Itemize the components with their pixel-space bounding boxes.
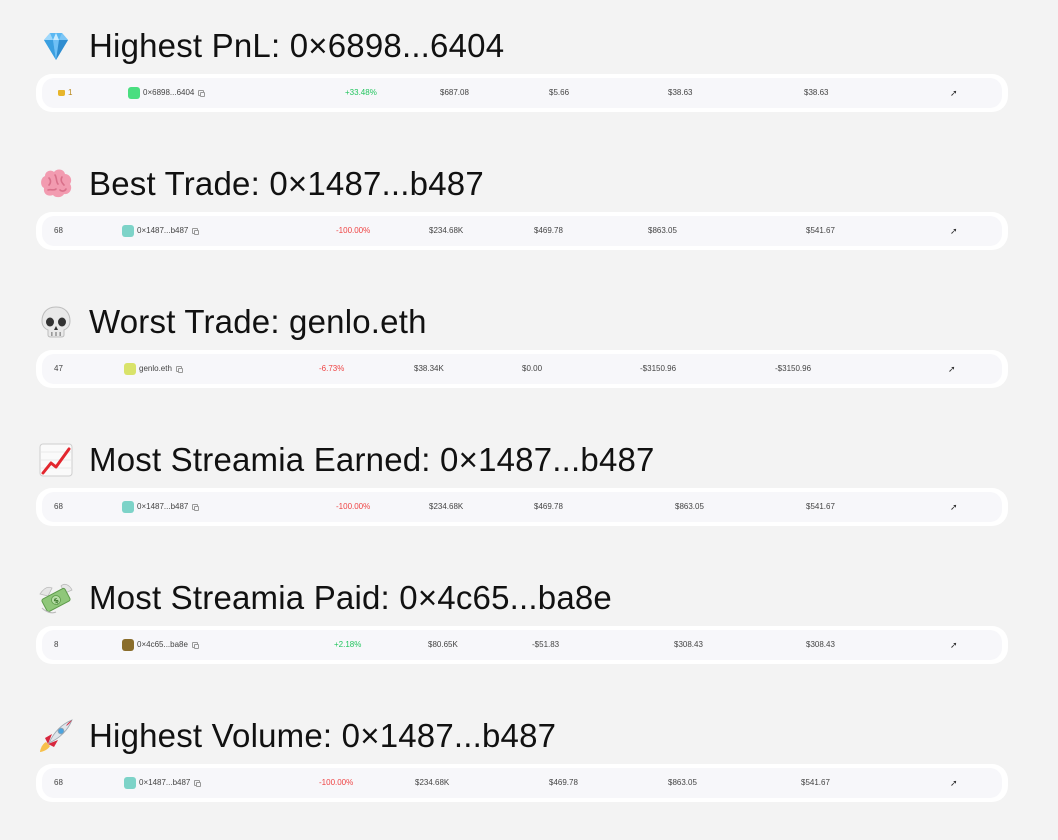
- stat-cell-6: $541.67: [806, 226, 835, 235]
- volume-cell: $80.65K: [428, 640, 458, 649]
- avatar: [122, 639, 134, 651]
- stat-cell-6: $38.63: [804, 88, 829, 97]
- pnl-percent-cell: +2.18%: [334, 640, 362, 649]
- share-icon[interactable]: ➚: [950, 768, 958, 798]
- skull-icon: [36, 302, 76, 342]
- trader-cell[interactable]: genlo.eth: [124, 354, 183, 384]
- section-title-text: Most Streamia Paid: 0×4c65...ba8e: [89, 579, 612, 616]
- section-title: Worst Trade: genlo.eth: [36, 302, 1008, 342]
- highlight-section-most-streamia-earned: Most Streamia Earned: 0×1487...b487 68 0…: [36, 440, 1008, 526]
- stat-cell-4: $0.00: [522, 364, 543, 373]
- rank-cell: 68: [54, 502, 63, 511]
- rank-cell: 1: [58, 78, 72, 108]
- stat-cell-5: $308.43: [674, 640, 703, 649]
- rank-cell: 8: [54, 640, 59, 649]
- avatar: [128, 87, 140, 99]
- stat-cell-6: $541.67: [801, 778, 830, 787]
- section-title: Highest Volume: 0×1487...b487: [36, 716, 1008, 756]
- trader-cell[interactable]: 0×4c65...ba8e: [122, 630, 199, 660]
- leaderboard-highlights: Highest PnL: 0×6898...6404 1 0×6898...64…: [0, 0, 1058, 840]
- volume-cell: $687.08: [440, 88, 469, 97]
- table-row[interactable]: 68 0×1487...b487 -100.00% $234.68K $469.…: [36, 212, 1008, 250]
- gem-icon: [36, 26, 76, 66]
- stat-cell-4: $469.78: [534, 226, 563, 235]
- avatar: [122, 225, 134, 237]
- avatar: [124, 363, 136, 375]
- rank-cell: 68: [54, 778, 63, 787]
- highlight-section-best-trade: Best Trade: 0×1487...b487 68 0×1487...b4…: [36, 164, 1008, 250]
- trader-cell[interactable]: 0×1487...b487: [124, 768, 202, 798]
- table-row[interactable]: 68 0×1487...b487 -100.00% $234.68K $469.…: [36, 488, 1008, 526]
- pnl-percent-cell: +33.48%: [345, 88, 377, 97]
- stat-cell-6: $541.67: [806, 502, 835, 511]
- section-title: Highest PnL: 0×6898...6404: [36, 26, 1008, 66]
- copy-icon[interactable]: [192, 228, 200, 235]
- trader-cell[interactable]: 0×1487...b487: [122, 492, 200, 522]
- section-title: Best Trade: 0×1487...b487: [36, 164, 1008, 204]
- highlight-section-highest-pnl: Highest PnL: 0×6898...6404 1 0×6898...64…: [36, 26, 1008, 112]
- pnl-percent-cell: -6.73%: [319, 364, 345, 373]
- trader-cell[interactable]: 0×1487...b487: [122, 216, 200, 246]
- copy-icon[interactable]: [194, 780, 202, 787]
- avatar: [122, 501, 134, 513]
- share-icon[interactable]: ➚: [950, 492, 958, 522]
- section-title-text: Highest PnL: 0×6898...6404: [89, 27, 505, 64]
- trader-cell[interactable]: 0×6898...6404: [128, 78, 206, 108]
- copy-icon[interactable]: [192, 504, 200, 511]
- pnl-percent-cell: -100.00%: [336, 226, 371, 235]
- copy-icon[interactable]: [198, 90, 206, 97]
- avatar: [124, 777, 136, 789]
- stat-cell-4: $469.78: [534, 502, 563, 511]
- rank-cell: 68: [54, 226, 63, 235]
- pnl-percent-cell: -100.00%: [336, 502, 371, 511]
- copy-icon[interactable]: [175, 366, 183, 373]
- section-title: $ Most Streamia Paid: 0×4c65...ba8e: [36, 578, 1008, 618]
- stat-cell-4: $5.66: [549, 88, 570, 97]
- crown-icon: [58, 90, 65, 96]
- stat-cell-4: -$51.83: [532, 640, 560, 649]
- section-title-text: Best Trade: 0×1487...b487: [89, 165, 484, 202]
- highlight-section-most-streamia-paid: $ Most Streamia Paid: 0×4c65...ba8e 8 0×…: [36, 578, 1008, 664]
- stat-cell-5: $38.63: [668, 88, 693, 97]
- rocket-icon: [36, 716, 76, 756]
- highlight-section-worst-trade: Worst Trade: genlo.eth 47 genlo.eth -6.7…: [36, 302, 1008, 388]
- stat-cell-6: -$3150.96: [775, 364, 812, 373]
- volume-cell: $38.34K: [414, 364, 444, 373]
- stat-cell-5: $863.05: [668, 778, 697, 787]
- stat-cell-4: $469.78: [549, 778, 578, 787]
- share-icon[interactable]: ➚: [950, 216, 958, 246]
- section-title-text: Worst Trade: genlo.eth: [89, 303, 427, 340]
- table-row[interactable]: 68 0×1487...b487 -100.00% $234.68K $469.…: [36, 764, 1008, 802]
- stat-cell-5: $863.05: [675, 502, 704, 511]
- share-icon[interactable]: ➚: [950, 630, 958, 660]
- stat-cell-5: $863.05: [648, 226, 677, 235]
- money-with-wings-icon: $: [36, 578, 76, 618]
- pnl-percent-cell: -100.00%: [319, 778, 354, 787]
- table-row[interactable]: 47 genlo.eth -6.73% $38.34K $0.00 -$3150…: [36, 350, 1008, 388]
- chart-increasing-icon: [36, 440, 76, 480]
- volume-cell: $234.68K: [429, 502, 464, 511]
- table-row[interactable]: 1 0×6898...6404 +33.48% $687.08 $5.66 $3…: [36, 74, 1008, 112]
- section-title-text: Most Streamia Earned: 0×1487...b487: [89, 441, 655, 478]
- section-title-text: Highest Volume: 0×1487...b487: [89, 717, 557, 754]
- volume-cell: $234.68K: [429, 226, 464, 235]
- stat-cell-5: -$3150.96: [640, 364, 677, 373]
- section-title: Most Streamia Earned: 0×1487...b487: [36, 440, 1008, 480]
- share-icon[interactable]: ➚: [950, 78, 958, 108]
- stat-cell-6: $308.43: [806, 640, 835, 649]
- highlight-section-highest-volume: Highest Volume: 0×1487...b487 68 0×1487.…: [36, 716, 1008, 802]
- copy-icon[interactable]: [191, 642, 199, 649]
- volume-cell: $234.68K: [415, 778, 450, 787]
- table-row[interactable]: 8 0×4c65...ba8e +2.18% $80.65K -$51.83 $…: [36, 626, 1008, 664]
- rank-cell: 47: [54, 364, 63, 373]
- brain-icon: [36, 164, 76, 204]
- share-icon[interactable]: ➚: [948, 354, 956, 384]
